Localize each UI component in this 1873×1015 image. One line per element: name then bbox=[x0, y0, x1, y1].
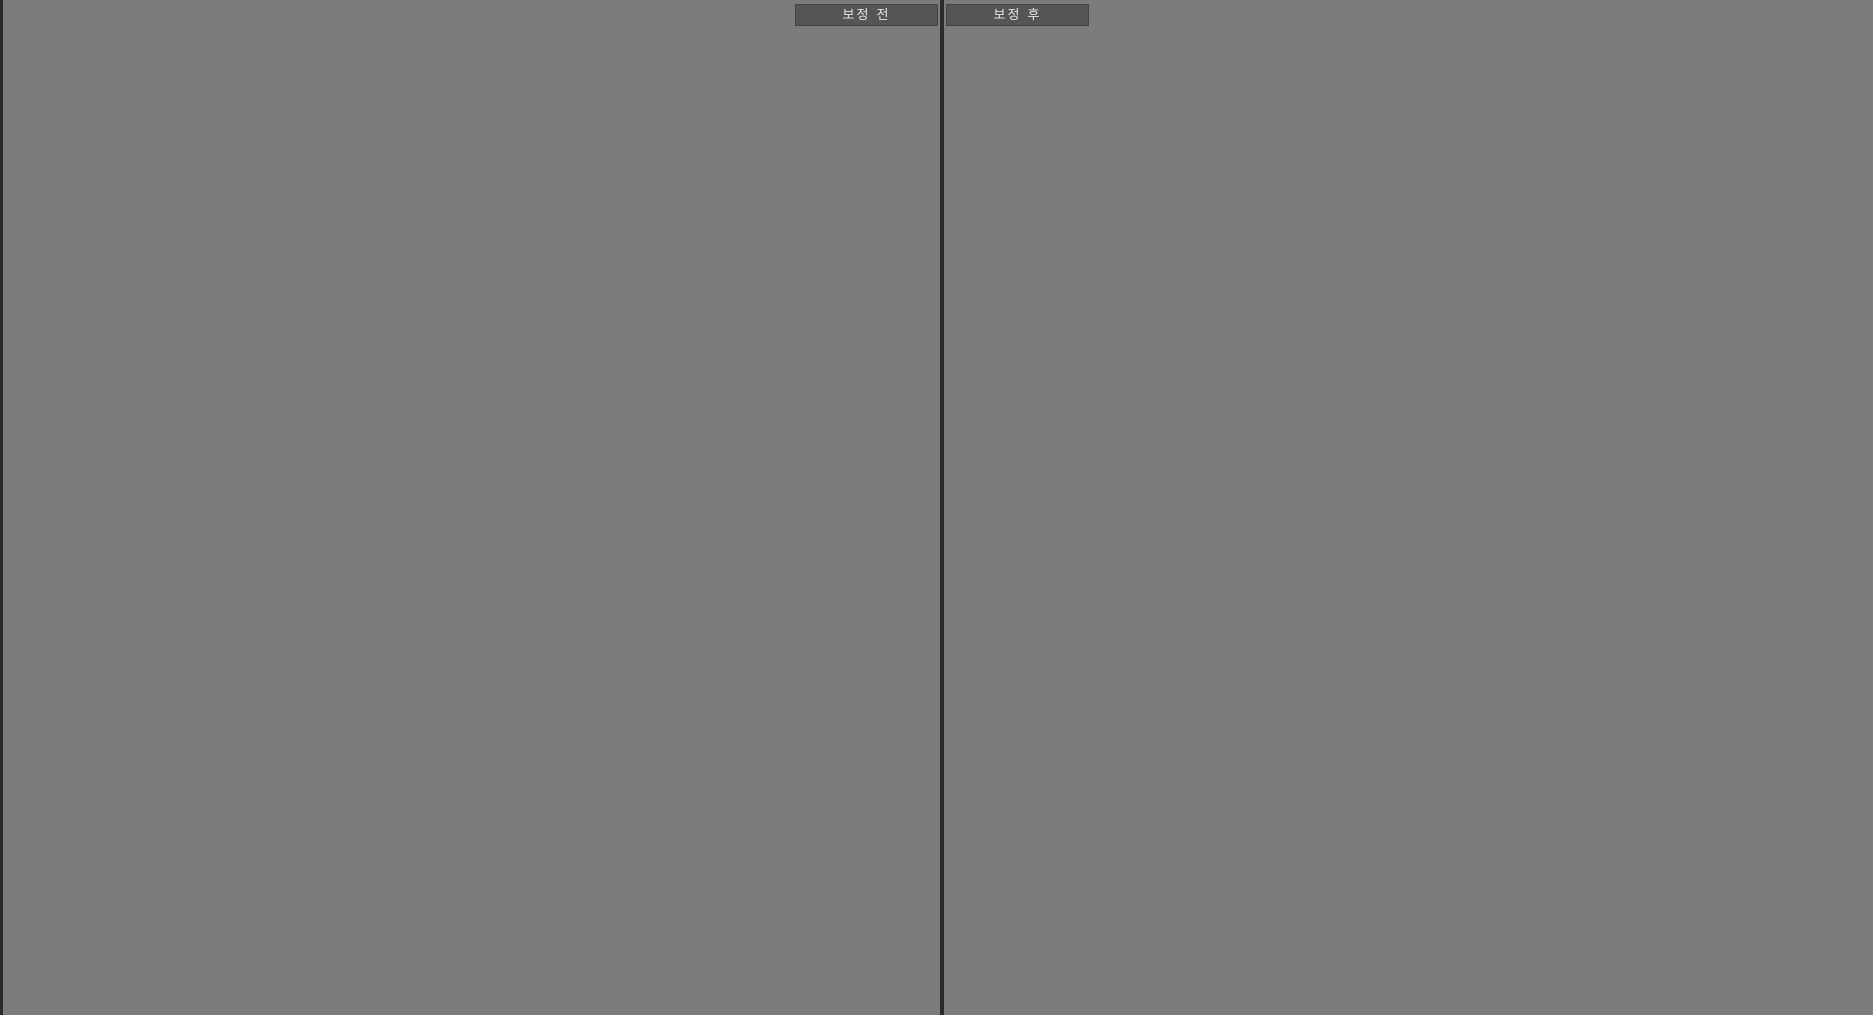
before-label: 보정 전 bbox=[795, 4, 938, 26]
before-photo[interactable] bbox=[144, 19, 800, 1003]
after-label: 보정 후 bbox=[946, 4, 1089, 26]
after-photo[interactable] bbox=[1084, 19, 1740, 1003]
